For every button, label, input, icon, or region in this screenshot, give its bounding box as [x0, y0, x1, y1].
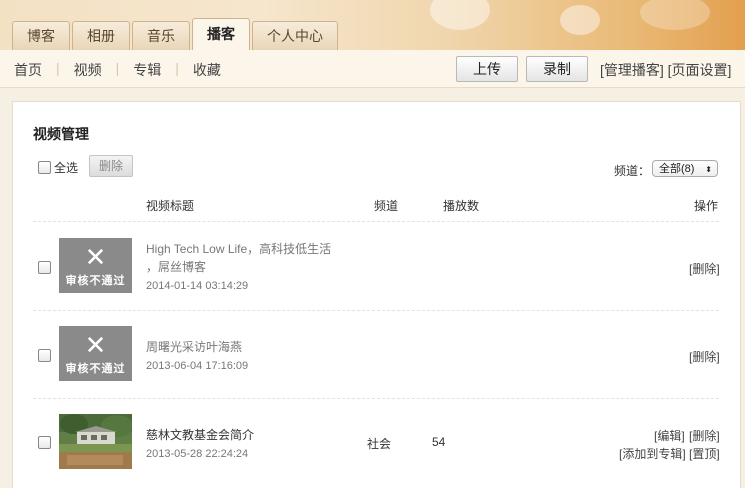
column-header-title: 视频标题: [146, 199, 195, 213]
video-title[interactable]: High Tech Low Life，高科技低生活 ，屌丝博客: [146, 240, 351, 276]
add-to-album-link[interactable]: [添加到专辑]: [619, 445, 686, 462]
main-tabs: 博客 相册 音乐 播客 个人中心: [12, 18, 340, 50]
delete-link[interactable]: [删除]: [689, 260, 720, 277]
video-date: 2013-06-04 17:16:09: [146, 360, 249, 372]
row-divider: [33, 221, 719, 222]
tab-music[interactable]: 音乐: [132, 21, 190, 50]
video-thumbnail-image: [59, 414, 132, 469]
sub-navigation: 首页 | 视频 | 专辑 | 收藏 上传 录制 [管理播客] [页面设置]: [0, 50, 745, 88]
video-title-line: ，屌丝博客: [146, 260, 207, 274]
column-header-channel: 频道: [374, 199, 399, 213]
record-button[interactable]: 录制: [526, 56, 588, 82]
video-title[interactable]: 慈林文教基金会简介: [146, 426, 351, 444]
row-checkbox[interactable]: [38, 349, 51, 362]
select-all-checkbox[interactable]: [38, 161, 51, 174]
upload-button[interactable]: 上传: [456, 56, 518, 82]
video-date: 2014-01-14 03:14:29: [146, 280, 249, 292]
rejected-thumbnail[interactable]: ✕ 审核不通过: [59, 326, 132, 381]
edit-link[interactable]: [编辑]: [654, 427, 685, 444]
video-title-line: High Tech Low Life，高科技低生活: [146, 242, 332, 256]
chevron-updown-icon: ⬍: [705, 165, 712, 174]
channel-filter-value: 全部(8): [659, 163, 695, 175]
video-plays: 54: [432, 435, 446, 449]
video-title[interactable]: 周曙光采访叶海燕: [146, 338, 351, 356]
panel-title: 视频管理: [33, 126, 89, 142]
select-all-label: 全选: [54, 161, 79, 175]
page-settings-link[interactable]: [页面设置]: [668, 62, 732, 78]
row-checkbox[interactable]: [38, 436, 51, 449]
video-thumbnail[interactable]: [59, 414, 132, 469]
rejected-label: 审核不通过: [65, 275, 126, 287]
bulk-delete-button[interactable]: 删除: [89, 155, 133, 177]
row-checkbox[interactable]: [38, 261, 51, 274]
subnav-separator: |: [56, 60, 60, 76]
tab-podcast[interactable]: 播客: [192, 18, 250, 50]
subnav-favorites[interactable]: 收藏: [193, 60, 221, 80]
subnav-videos[interactable]: 视频: [74, 60, 102, 80]
rejected-thumbnail[interactable]: ✕ 审核不通过: [59, 238, 132, 293]
close-icon: ✕: [84, 242, 107, 272]
tab-album[interactable]: 相册: [72, 21, 130, 50]
manage-podcast-link[interactable]: [管理播客]: [600, 62, 664, 78]
video-channel: 社会: [367, 437, 392, 451]
rejected-label: 审核不通过: [65, 363, 126, 375]
subnav-home[interactable]: 首页: [14, 60, 42, 80]
tab-personal-center[interactable]: 个人中心: [252, 21, 338, 50]
tab-blog[interactable]: 博客: [12, 21, 70, 50]
row-divider: [33, 398, 719, 399]
delete-link[interactable]: [删除]: [689, 427, 720, 444]
subnav-separator: |: [115, 60, 120, 76]
pin-to-top-link[interactable]: [置顶]: [689, 445, 720, 462]
subnav-albums[interactable]: 专辑: [133, 60, 161, 80]
delete-link[interactable]: [删除]: [689, 348, 720, 365]
channel-filter-label: 频道：: [614, 164, 651, 178]
column-header-plays: 播放数: [443, 199, 480, 213]
channel-filter-select[interactable]: 全部(8) ⬍: [652, 160, 718, 177]
video-management-panel: 视频管理 全选 删除 频道： 全部(8) ⬍ 视频标题 频道 播放数 操作 ✕ …: [12, 101, 741, 488]
row-divider: [33, 310, 719, 311]
subnav-separator: |: [175, 60, 179, 76]
column-header-operations: 操作: [694, 199, 719, 213]
video-date: 2013-05-28 22:24:24: [146, 448, 249, 460]
close-icon: ✕: [84, 330, 107, 360]
